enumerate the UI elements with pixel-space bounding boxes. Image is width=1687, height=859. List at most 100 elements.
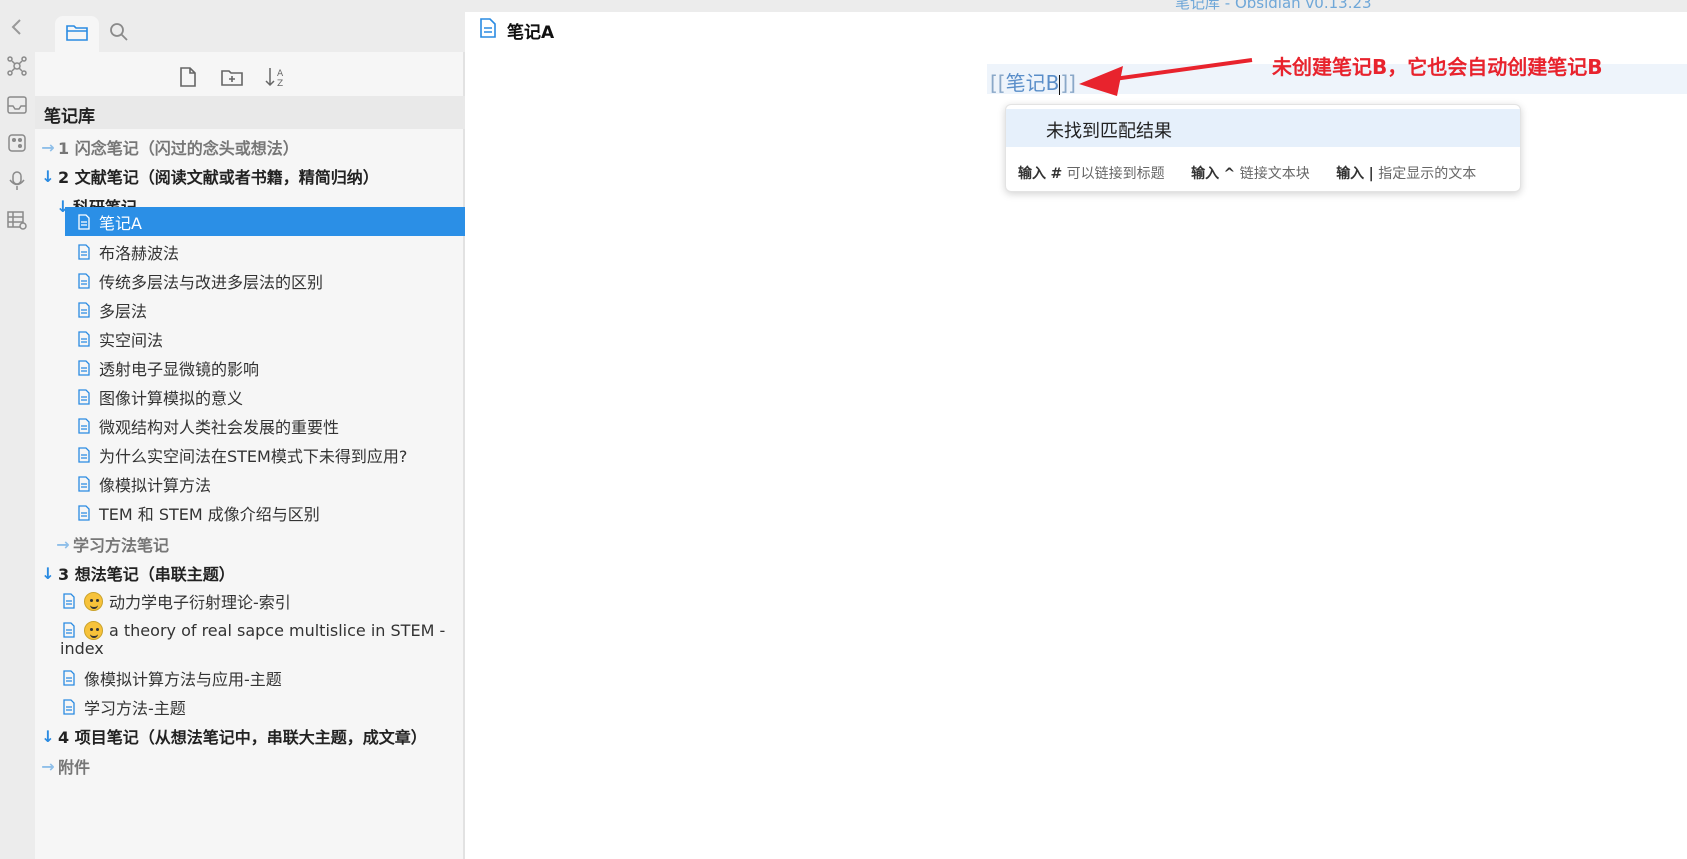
- folder-label: 附件: [58, 758, 91, 777]
- tab-file-explorer[interactable]: [55, 16, 99, 52]
- file-item[interactable]: 为什么实空间法在STEM模式下未得到应用?: [77, 440, 465, 470]
- wikilink-text[interactable]: [[笔记B]]: [990, 67, 1076, 96]
- inbox-icon[interactable]: [5, 93, 29, 117]
- file-label: 传统多层法与改进多层法的区别: [99, 273, 324, 292]
- hint-alias: 输入 | 指定显示的文本: [1336, 166, 1477, 182]
- file-item[interactable]: 微观结构对人类社会发展的重要性: [77, 411, 465, 441]
- folder-label: 3 想法笔记（串联主题）: [58, 565, 235, 584]
- file-label: 像模拟计算方法与应用-主题: [84, 670, 282, 689]
- file-icon: [62, 670, 78, 686]
- sidebar-toolbar: A Z: [35, 56, 465, 96]
- file-icon: [479, 18, 497, 42]
- file-item[interactable]: 透射电子显微镜的影响: [77, 353, 465, 383]
- file-icon: [62, 593, 78, 609]
- file-icon: [62, 699, 78, 715]
- link-close-brackets: ]]: [1060, 71, 1076, 95]
- file-label-continuation: index: [60, 633, 463, 663]
- chevron-down-icon: ↓: [41, 726, 55, 746]
- editor-header: 笔记A: [467, 12, 1687, 48]
- folder-attachments[interactable]: → 附件: [40, 751, 465, 781]
- file-item[interactable]: 多层法: [77, 295, 465, 325]
- folder-study-methods[interactable]: → 学习方法笔记: [55, 529, 465, 559]
- file-item[interactable]: 传统多层法与改进多层法的区别: [77, 266, 465, 296]
- graph-view-icon[interactable]: [5, 54, 29, 78]
- hint-block: 输入 ^ 链接文本块: [1191, 166, 1310, 182]
- file-item[interactable]: 动力学电子衍射理论-索引: [62, 586, 465, 616]
- table-settings-icon[interactable]: [5, 208, 29, 232]
- grinning-face-icon: [84, 591, 103, 611]
- file-label: 多层法: [99, 302, 148, 321]
- file-icon: [77, 505, 93, 521]
- file-icon: [77, 244, 93, 260]
- file-label: 为什么实空间法在STEM模式下未得到应用?: [99, 447, 408, 466]
- svg-text:Z: Z: [277, 79, 283, 88]
- file-icon: [77, 213, 93, 230]
- folder-project-notes[interactable]: ↓ 4 项目笔记（从想法笔记中，串联大主题，成文章）: [40, 721, 465, 751]
- folder-idea-notes[interactable]: ↓ 3 想法笔记（串联主题）: [40, 558, 465, 588]
- file-label: 实空间法: [99, 331, 164, 350]
- file-item[interactable]: 实空间法: [77, 324, 465, 354]
- editor-pane[interactable]: 笔记A [[笔记B]] 未创建笔记B，它也会自动创建笔记B 未找到匹配结果 输入…: [467, 12, 1687, 859]
- editor-title[interactable]: 笔记A: [507, 18, 554, 43]
- folder-fleeting-notes[interactable]: → 1 闪念笔记（闪过的念头或想法）: [40, 132, 465, 162]
- sidebar-tabs: [35, 12, 465, 52]
- file-label: 透射电子显微镜的影响: [99, 360, 260, 379]
- file-label-line2: index: [60, 638, 104, 658]
- folder-label: 1 闪念笔记（闪过的念头或想法）: [58, 139, 299, 158]
- file-item[interactable]: 像模拟计算方法与应用-主题: [62, 663, 465, 693]
- annotation-text: 未创建笔记B，它也会自动创建笔记B: [1272, 55, 1603, 79]
- sort-icon[interactable]: A Z: [263, 64, 289, 90]
- new-folder-icon[interactable]: [219, 64, 245, 90]
- file-icon: [77, 273, 93, 289]
- file-label: TEM 和 STEM 成像介绍与区别: [99, 505, 320, 524]
- folder-label: 4 项目笔记（从想法笔记中，串联大主题，成文章）: [58, 728, 427, 747]
- file-icon: [77, 418, 93, 434]
- file-label: 微观结构对人类社会发展的重要性: [99, 418, 340, 437]
- folder-label: 学习方法笔记: [73, 536, 170, 555]
- file-explorer-sidebar: A Z 笔记库 → 1 闪念笔记（闪过的念头或想法） ↓ 2 文献笔记（阅读文献…: [35, 12, 465, 859]
- link-open-brackets: [[: [990, 71, 1006, 95]
- file-icon: [77, 389, 93, 405]
- file-item[interactable]: 像模拟计算方法: [77, 469, 465, 499]
- folder-label: 2 文献笔记（阅读文献或者书籍，精简归纳）: [58, 168, 379, 187]
- file-icon: [77, 360, 93, 376]
- folder-icon: [66, 23, 88, 45]
- microphone-icon[interactable]: [5, 169, 29, 193]
- random-note-icon[interactable]: [5, 131, 29, 155]
- chevron-right-icon: →: [41, 137, 55, 157]
- file-label: 动力学电子衍射理论-索引: [109, 593, 291, 612]
- file-label: 学习方法-主题: [84, 699, 186, 718]
- file-icon: [77, 331, 93, 347]
- search-icon: [109, 22, 129, 46]
- chevron-down-icon: ↓: [41, 563, 55, 583]
- file-label: 布洛赫波法: [99, 244, 180, 263]
- tab-search[interactable]: [97, 16, 141, 52]
- file-icon: [77, 302, 93, 318]
- file-item[interactable]: TEM 和 STEM 成像介绍与区别: [77, 498, 465, 528]
- hint-heading: 输入 # 可以链接到标题: [1018, 166, 1165, 182]
- vault-title[interactable]: 笔记库: [35, 96, 465, 129]
- file-item[interactable]: 学习方法-主题: [62, 692, 465, 722]
- link-target: 笔记B: [1005, 71, 1060, 95]
- title-bar: 笔记库 - Obsidian v0.13.23: [0, 0, 1687, 12]
- chevron-right-icon: →: [41, 756, 55, 776]
- ribbon: [0, 0, 35, 859]
- file-icon: [77, 476, 93, 492]
- file-item-selected[interactable]: 笔记A: [65, 207, 465, 236]
- new-note-icon[interactable]: [175, 64, 201, 90]
- folder-literature-notes[interactable]: ↓ 2 文献笔记（阅读文献或者书籍，精简归纳）: [40, 161, 465, 191]
- file-icon: [77, 447, 93, 463]
- suggestion-hints: 输入 # 可以链接到标题 输入 ^ 链接文本块 输入 | 指定显示的文本: [1018, 163, 1498, 183]
- annotation-arrow-icon: [1079, 58, 1253, 96]
- file-item[interactable]: 布洛赫波法: [77, 237, 465, 267]
- file-label: 像模拟计算方法: [99, 476, 212, 495]
- svg-text:A: A: [277, 69, 284, 79]
- chevron-right-icon: →: [56, 534, 70, 554]
- file-label: 图像计算模拟的意义: [99, 389, 244, 408]
- file-label: 笔记A: [99, 213, 142, 233]
- back-icon[interactable]: [5, 15, 29, 39]
- chevron-down-icon: ↓: [41, 166, 55, 186]
- link-suggestion-popup: 未找到匹配结果 输入 # 可以链接到标题 输入 ^ 链接文本块 输入 | 指定显…: [1005, 104, 1521, 192]
- file-item[interactable]: 图像计算模拟的意义: [77, 382, 465, 412]
- suggestion-empty-item[interactable]: 未找到匹配结果: [1006, 109, 1520, 147]
